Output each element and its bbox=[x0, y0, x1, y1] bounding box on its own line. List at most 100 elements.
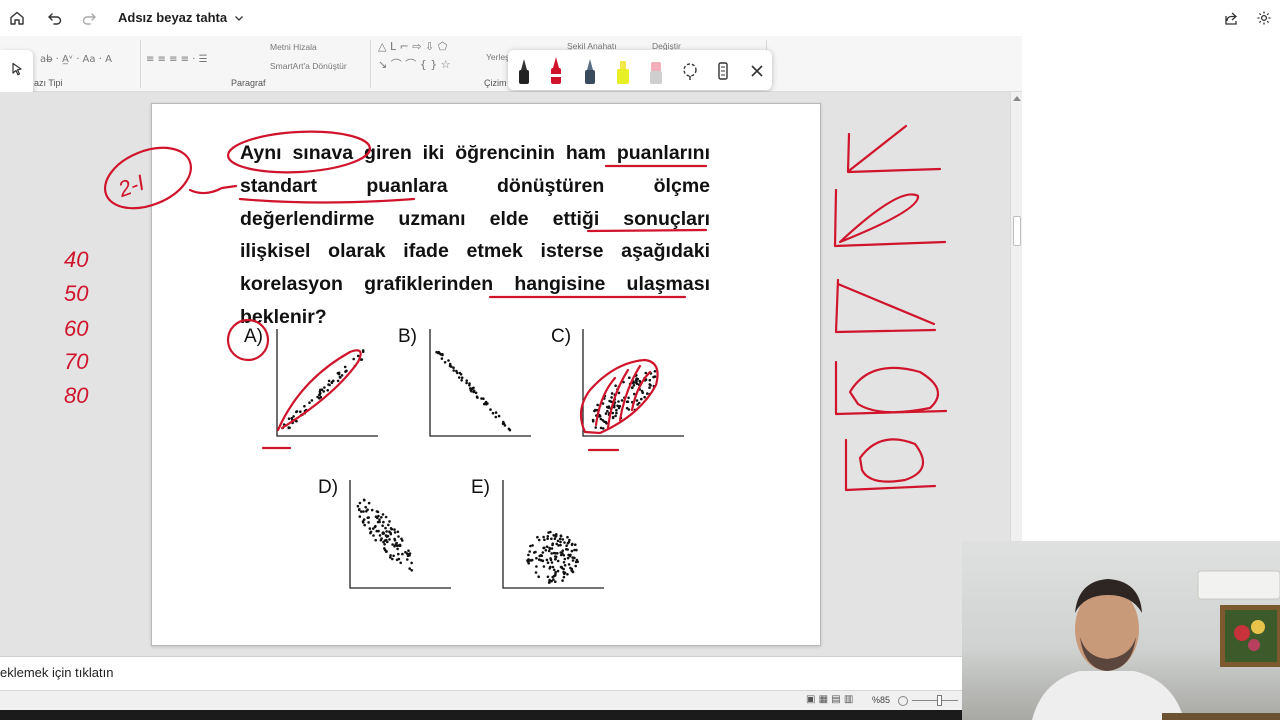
plot-e-dot bbox=[563, 572, 566, 575]
plot-d-dot bbox=[372, 534, 375, 537]
plot-d-dot bbox=[408, 567, 412, 570]
text-align-button[interactable]: Metni Hizala bbox=[270, 42, 317, 52]
highlighter-icon[interactable] bbox=[612, 56, 634, 86]
plot-e-dot bbox=[561, 538, 565, 541]
plot-d-dot bbox=[401, 552, 404, 556]
plot-a-dot bbox=[281, 426, 284, 430]
plot-e-dot bbox=[536, 535, 539, 539]
plot-b-dot bbox=[443, 361, 447, 364]
settings-gear-icon[interactable] bbox=[1252, 6, 1276, 30]
plot-d-dot bbox=[388, 520, 391, 523]
zoom-slider-thumb[interactable] bbox=[937, 695, 942, 706]
plot-b-dot bbox=[474, 391, 478, 395]
plot-b-dot bbox=[468, 382, 471, 385]
plot-d-dot bbox=[385, 538, 388, 542]
chevron-down-icon bbox=[235, 15, 244, 21]
plot-e-dot bbox=[566, 535, 569, 539]
plot-c-dot bbox=[609, 407, 613, 410]
webcam-person bbox=[1032, 570, 1280, 720]
shapes-gallery[interactable]: △ L ⌐ ⇨ ⇩ ⬠ bbox=[378, 40, 447, 53]
plot-e-dot bbox=[563, 557, 567, 561]
plot-c-dot bbox=[612, 405, 616, 409]
speaker-notes-pane[interactable]: eklemek için tıklatın bbox=[0, 656, 962, 690]
plot-e-dot bbox=[527, 553, 530, 557]
lasso-select-icon[interactable] bbox=[679, 56, 701, 86]
zoom-level[interactable]: %85 bbox=[872, 695, 890, 705]
ribbon-group-paragraph-label: Paragraf bbox=[231, 78, 266, 88]
plot-e-dot bbox=[551, 543, 554, 547]
plot-b-dot bbox=[447, 359, 450, 362]
plot-d-dot bbox=[410, 569, 414, 572]
plot-d-dot bbox=[396, 547, 399, 551]
black-pen-icon[interactable] bbox=[513, 56, 535, 86]
arrange-button[interactable]: Yerleş bbox=[486, 52, 509, 62]
plot-d-dot bbox=[383, 543, 386, 546]
plot-a-dot bbox=[361, 350, 365, 354]
plot-d-dot bbox=[380, 516, 383, 519]
plot-d-dot bbox=[358, 501, 362, 505]
select-pointer-icon[interactable] bbox=[6, 58, 28, 80]
plot-e-dot bbox=[527, 558, 530, 561]
smartart-button[interactable]: SmartArt'a Dönüştür bbox=[270, 61, 347, 71]
plot-e-dot bbox=[529, 544, 532, 548]
plot-a-dot bbox=[293, 419, 297, 422]
plot-d-dot bbox=[392, 554, 395, 558]
plot-d-dot bbox=[385, 535, 389, 538]
ribbon-separator bbox=[140, 40, 141, 88]
close-icon[interactable] bbox=[746, 56, 768, 86]
plot-d-dot bbox=[370, 508, 374, 512]
plot-c-dot bbox=[626, 400, 630, 404]
eraser-icon[interactable] bbox=[645, 56, 667, 86]
plot-c-dot bbox=[610, 392, 614, 395]
plot-e-dot bbox=[550, 552, 553, 555]
plot-e-dot bbox=[534, 571, 538, 574]
plot-c-dot bbox=[648, 386, 651, 390]
blue-pen-icon[interactable] bbox=[579, 56, 601, 86]
plot-d-dot bbox=[379, 538, 383, 542]
align-paragraph-icons[interactable]: ≡ ≡ ≡ ≡ · ☰ bbox=[146, 54, 208, 65]
scroll-up-arrow-icon[interactable] bbox=[1013, 96, 1021, 101]
plot-b-dot bbox=[476, 396, 479, 399]
plot-c-dot bbox=[611, 416, 615, 420]
share-icon[interactable] bbox=[1219, 6, 1243, 30]
plot-e-dot bbox=[545, 558, 549, 562]
plot-e-dot bbox=[571, 559, 575, 562]
plot-c-dot bbox=[594, 426, 597, 429]
plot-c-dot bbox=[643, 395, 646, 399]
undo-icon[interactable] bbox=[43, 6, 67, 30]
plot-e-dot bbox=[533, 551, 536, 554]
plot-e-dot bbox=[543, 538, 546, 542]
ruler-icon[interactable] bbox=[712, 56, 734, 86]
red-pen-icon[interactable] bbox=[545, 56, 567, 86]
plot-b-dot bbox=[471, 387, 475, 390]
whiteboard-top-bar: Adsız beyaz tahta bbox=[0, 0, 1280, 36]
plot-c-dot bbox=[620, 399, 624, 402]
plot-e-dot bbox=[559, 534, 563, 538]
shapes-gallery-row2[interactable]: ↘ ⌒ ⌒ { } ☆ bbox=[378, 56, 451, 72]
board-title[interactable]: Adsız beyaz tahta bbox=[118, 10, 245, 25]
zoom-slider-track[interactable] bbox=[912, 700, 958, 701]
plot-b-dot bbox=[502, 422, 506, 426]
plot-d-dot bbox=[391, 557, 394, 561]
plot-e-dot bbox=[558, 537, 562, 541]
plot-d-dot bbox=[362, 498, 366, 502]
plot-a-dot bbox=[336, 379, 340, 383]
plot-e-dot bbox=[554, 555, 558, 559]
zoom-out-icon[interactable] bbox=[898, 696, 908, 706]
plot-a-dot bbox=[287, 417, 291, 421]
slide[interactable]: Aynı sınava giren iki öğrencinin ham pua… bbox=[151, 103, 821, 646]
home-icon[interactable] bbox=[5, 6, 29, 30]
view-buttons-icons[interactable]: ▣ ▦ ▤ ▥ bbox=[806, 694, 853, 705]
plot-b-dot bbox=[452, 366, 455, 370]
plot-e-dot bbox=[556, 569, 560, 573]
plot-b-dot bbox=[452, 369, 456, 372]
font-format-icon[interactable]: ab̶ · A̲ᵛ · Aa · A bbox=[40, 54, 112, 65]
plot-d-dot bbox=[374, 515, 378, 518]
scrollbar-thumb[interactable] bbox=[1013, 216, 1021, 246]
plot-e-dot bbox=[548, 567, 551, 570]
plot-d-dot bbox=[366, 516, 370, 519]
plot-c-dot bbox=[646, 392, 649, 395]
plot-d-dot bbox=[391, 543, 394, 546]
plot-d-dot bbox=[397, 552, 400, 556]
redo-icon[interactable] bbox=[77, 6, 101, 30]
